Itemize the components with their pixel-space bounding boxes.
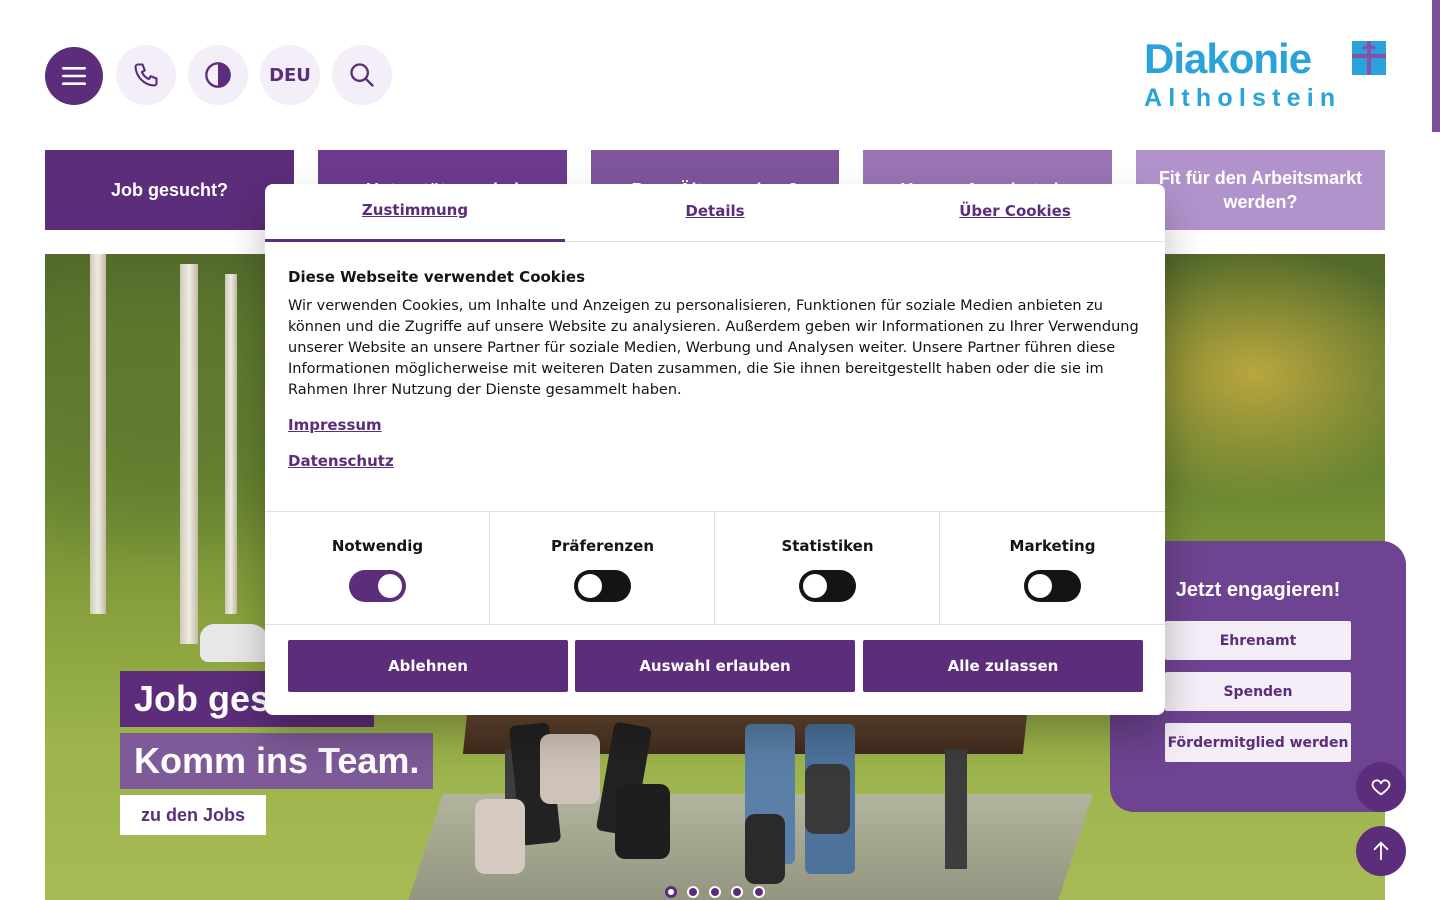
- cookie-consent-dialog: Zustimmung Details Über Cookies Diese We…: [265, 184, 1165, 715]
- tab-about-cookies[interactable]: Über Cookies: [865, 184, 1165, 242]
- language-switcher[interactable]: DEU: [260, 45, 320, 105]
- hero-cta-button[interactable]: zu den Jobs: [120, 795, 266, 835]
- search-icon: [350, 63, 374, 87]
- imprint-link[interactable]: Impressum: [288, 416, 382, 434]
- hero-photo-sneaker: [200, 624, 270, 662]
- category-statistics: Statistiken: [715, 512, 940, 625]
- allow-selection-button[interactable]: Auswahl erlauben: [575, 640, 855, 692]
- hero-subheadline: Komm ins Team.: [120, 733, 434, 789]
- contrast-icon: [205, 62, 231, 88]
- category-preferences: Präferenzen: [490, 512, 715, 625]
- category-necessary: Notwendig: [265, 512, 490, 625]
- search-button[interactable]: [332, 45, 392, 105]
- slider-dots: [665, 886, 765, 898]
- logo-wordmark-bottom: Altholstein: [1144, 84, 1342, 112]
- category-label: Marketing: [1009, 537, 1096, 555]
- privacy-link[interactable]: Datenschutz: [288, 452, 394, 470]
- scroll-to-top-button[interactable]: [1356, 826, 1406, 876]
- hero-photo-shoe: [615, 784, 670, 859]
- contrast-button[interactable]: [188, 45, 248, 105]
- hero-photo-tree: [90, 254, 106, 614]
- cookie-title: Diese Webseite verwendet Cookies: [288, 268, 586, 286]
- hero-photo-shoe: [745, 814, 785, 884]
- slider-dot[interactable]: [687, 886, 699, 898]
- hero-photo-shoe: [475, 799, 525, 874]
- hero-photo-shoe: [540, 734, 600, 804]
- phone-button[interactable]: [116, 45, 176, 105]
- slider-dot[interactable]: [709, 886, 721, 898]
- hero-photo-shoe: [805, 764, 850, 834]
- preferences-toggle[interactable]: [574, 570, 631, 602]
- donate-button[interactable]: Spenden: [1165, 672, 1351, 711]
- logo-wordmark-top: Diakonie: [1144, 35, 1312, 82]
- cookie-categories: Notwendig Präferenzen Statistiken Market…: [265, 511, 1165, 625]
- hamburger-icon: [62, 67, 86, 85]
- necessary-toggle[interactable]: [349, 570, 406, 602]
- hero-photo-tree: [180, 264, 198, 644]
- toggle-knob: [1028, 574, 1052, 598]
- phone-icon: [134, 63, 158, 87]
- toggle-knob: [803, 574, 827, 598]
- tab-details[interactable]: Details: [565, 184, 865, 242]
- toggle-knob: [578, 574, 602, 598]
- statistics-toggle[interactable]: [799, 570, 856, 602]
- nav-tile-labor-market[interactable]: Fit für den Arbeitsmarkt werden?: [1136, 150, 1385, 230]
- category-label: Präferenzen: [550, 537, 655, 555]
- volunteer-button[interactable]: Ehrenamt: [1165, 621, 1351, 660]
- arrow-up-icon: [1373, 841, 1389, 861]
- marketing-toggle[interactable]: [1024, 570, 1081, 602]
- cookie-description: Wir verwenden Cookies, um Inhalte und An…: [288, 298, 1139, 398]
- tab-consent[interactable]: Zustimmung: [265, 184, 565, 242]
- hero-photo-tree: [225, 274, 237, 614]
- heart-icon: [1371, 779, 1391, 796]
- supporting-member-button[interactable]: Fördermitglied werden: [1165, 723, 1351, 762]
- diakonie-logo[interactable]: Diakonie Altholstein: [1144, 38, 1386, 114]
- slider-dot[interactable]: [665, 886, 677, 898]
- category-marketing: Marketing: [940, 512, 1165, 625]
- reject-button[interactable]: Ablehnen: [288, 640, 568, 692]
- cookie-tabs: Zustimmung Details Über Cookies: [265, 184, 1165, 242]
- diakonie-cross-icon: [1352, 41, 1386, 75]
- slider-dot[interactable]: [731, 886, 743, 898]
- menu-button[interactable]: [45, 47, 103, 105]
- category-label: Notwendig: [331, 537, 424, 555]
- allow-all-button[interactable]: Alle zulassen: [863, 640, 1143, 692]
- category-label: Statistiken: [781, 537, 874, 555]
- engage-toggle-button[interactable]: [1356, 762, 1406, 812]
- toggle-knob: [378, 574, 402, 598]
- slider-dot[interactable]: [753, 886, 765, 898]
- nav-tile-job[interactable]: Job gesucht?: [45, 150, 294, 230]
- side-accent-strip: [1432, 0, 1440, 132]
- hero-photo-bench-leg: [945, 749, 967, 869]
